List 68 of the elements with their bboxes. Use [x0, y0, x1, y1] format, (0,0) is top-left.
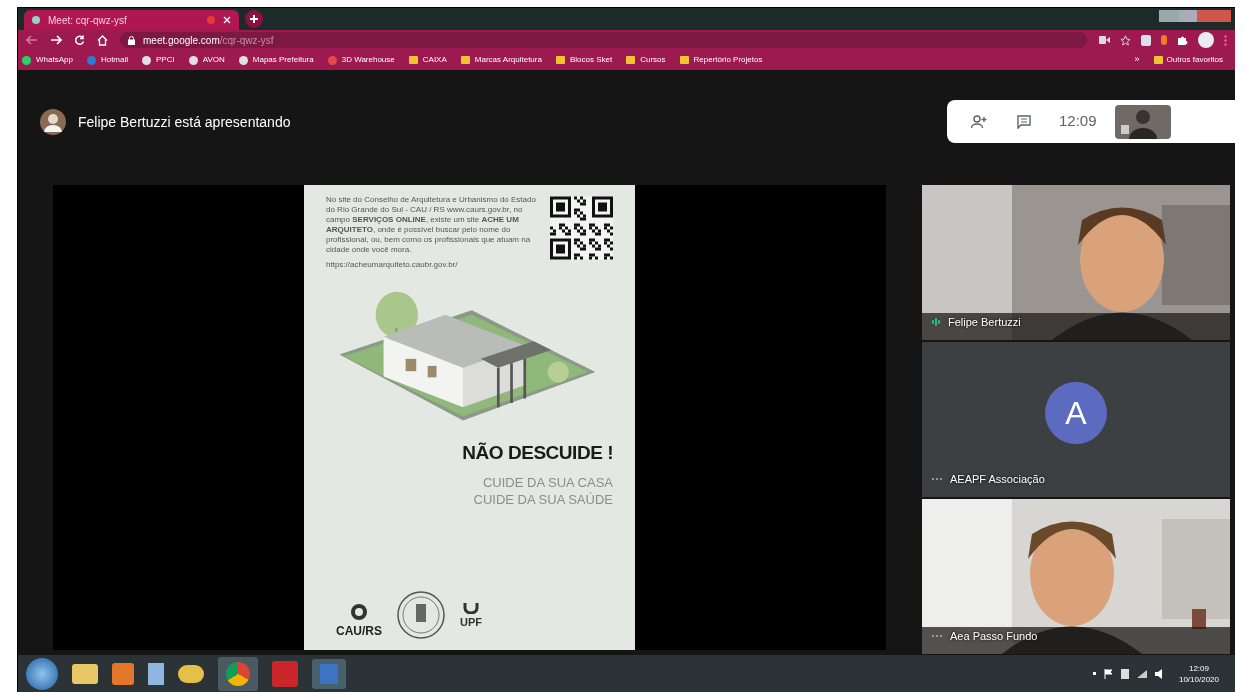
- bookmark-link[interactable]: PPCI: [142, 54, 175, 66]
- upf-logo-text: UPF: [460, 614, 482, 630]
- puzzle-icon[interactable]: [1177, 34, 1188, 46]
- seal-icon: [396, 590, 446, 640]
- bookmark-folder[interactable]: Cursos: [626, 54, 666, 66]
- flag-icon[interactable]: [1103, 668, 1113, 679]
- back-icon[interactable]: [26, 35, 38, 45]
- bookmark-link[interactable]: Mapas Prefeitura: [238, 54, 314, 66]
- taskbar-clock[interactable]: 12:09 10/10/2020: [1170, 662, 1227, 685]
- bookmark-link[interactable]: AVON: [188, 54, 225, 66]
- upf-emblem-icon: [463, 601, 479, 614]
- profile-avatar[interactable]: [1198, 32, 1214, 48]
- chat-icon[interactable]: [1017, 114, 1031, 129]
- presenter-status-text: Felipe Bertuzzi está apresentando: [78, 112, 291, 132]
- start-button[interactable]: [26, 657, 58, 690]
- home-icon[interactable]: [97, 34, 108, 46]
- forward-icon[interactable]: [50, 35, 62, 45]
- tray-icon[interactable]: [1120, 668, 1129, 679]
- folder-icon: [408, 56, 418, 64]
- slide-heading: NÃO DESCUIDE !: [462, 441, 613, 465]
- bookmark-folder[interactable]: Repertório Projetos: [679, 54, 763, 66]
- folder-icon: [679, 56, 689, 64]
- slide-tagline: CUIDE DA SUA CASA: [482, 473, 613, 491]
- reload-icon[interactable]: [74, 34, 85, 46]
- bookmark-folder[interactable]: Outros favoritos: [1153, 54, 1231, 66]
- cau-logo-text: CAU/RS: [336, 623, 382, 640]
- folder-icon[interactable]: [72, 663, 98, 684]
- bookmark-folder[interactable]: CAIXA: [408, 54, 447, 66]
- plus-icon: [249, 14, 259, 24]
- participant-name: AEAPF Associação: [950, 471, 1045, 487]
- presenter-avatar: [40, 109, 66, 135]
- camera-icon[interactable]: [1099, 36, 1110, 44]
- participant-name: Aea Passo Fundo: [950, 628, 1038, 644]
- app-icon[interactable]: [178, 664, 204, 683]
- browser-tab[interactable]: Meet: cqr-qwz-ysf: [24, 10, 239, 30]
- address-field[interactable]: meet.google.com/cqr-qwz-ysf: [120, 32, 1087, 48]
- bookmark-link[interactable]: Hotmail: [86, 54, 129, 66]
- speaker-icon[interactable]: [1154, 668, 1163, 679]
- emblem-icon: [349, 602, 369, 622]
- participant-name: Felipe Bertuzzi: [948, 314, 1021, 330]
- new-tab-button[interactable]: [245, 10, 263, 28]
- chrome-icon[interactable]: [218, 656, 258, 691]
- self-view-thumbnail[interactable]: [1114, 104, 1171, 139]
- bookmark-link[interactable]: 3D Warehouse: [327, 54, 395, 66]
- lock-icon: [128, 35, 135, 45]
- media-player-icon[interactable]: [112, 662, 134, 685]
- folder-icon: [626, 56, 636, 64]
- folder-icon: [460, 56, 470, 64]
- word-icon[interactable]: [312, 658, 346, 689]
- slide-tagline: CUIDE DA SUA SAÚDE: [473, 490, 613, 508]
- qr-code-icon: [550, 195, 613, 261]
- more-bookmarks-chevron[interactable]: »: [1134, 53, 1140, 67]
- people-icon[interactable]: [971, 114, 989, 129]
- menu-icon[interactable]: [1224, 34, 1227, 46]
- url-text: meet.google.com/cqr-qwz-ysf: [143, 33, 274, 48]
- slide-paragraph: No site do Conselho de Arquitetura e Urbanismo do Estado do Rio Grande do Sul - CAU / RS www.caurs.gov.br, no campo SERVIÇOS ONLINE, existe um site ACHE UM ARQUITETO, onde é possível buscar pelo nome do profissional, ou, bem como os profissionais que atuam na cidade onde você mora.: [326, 195, 537, 255]
- bookmark-folder[interactable]: Blocos Sket: [555, 54, 613, 66]
- folder-icon: [1153, 56, 1163, 64]
- star-icon[interactable]: [1120, 34, 1131, 46]
- document-icon[interactable]: [148, 662, 164, 685]
- folder-icon: [555, 56, 565, 64]
- recording-icon: [207, 16, 215, 24]
- bookmark-link[interactable]: WhatsApp: [22, 54, 73, 66]
- meeting-clock: 12:09: [1059, 111, 1097, 132]
- tab-title: Meet: cqr-qwz-ysf: [48, 13, 128, 28]
- bookmark-folder[interactable]: Marcas Arquitetura: [460, 54, 542, 66]
- network-icon[interactable]: [1136, 669, 1147, 678]
- close-icon[interactable]: [223, 16, 231, 24]
